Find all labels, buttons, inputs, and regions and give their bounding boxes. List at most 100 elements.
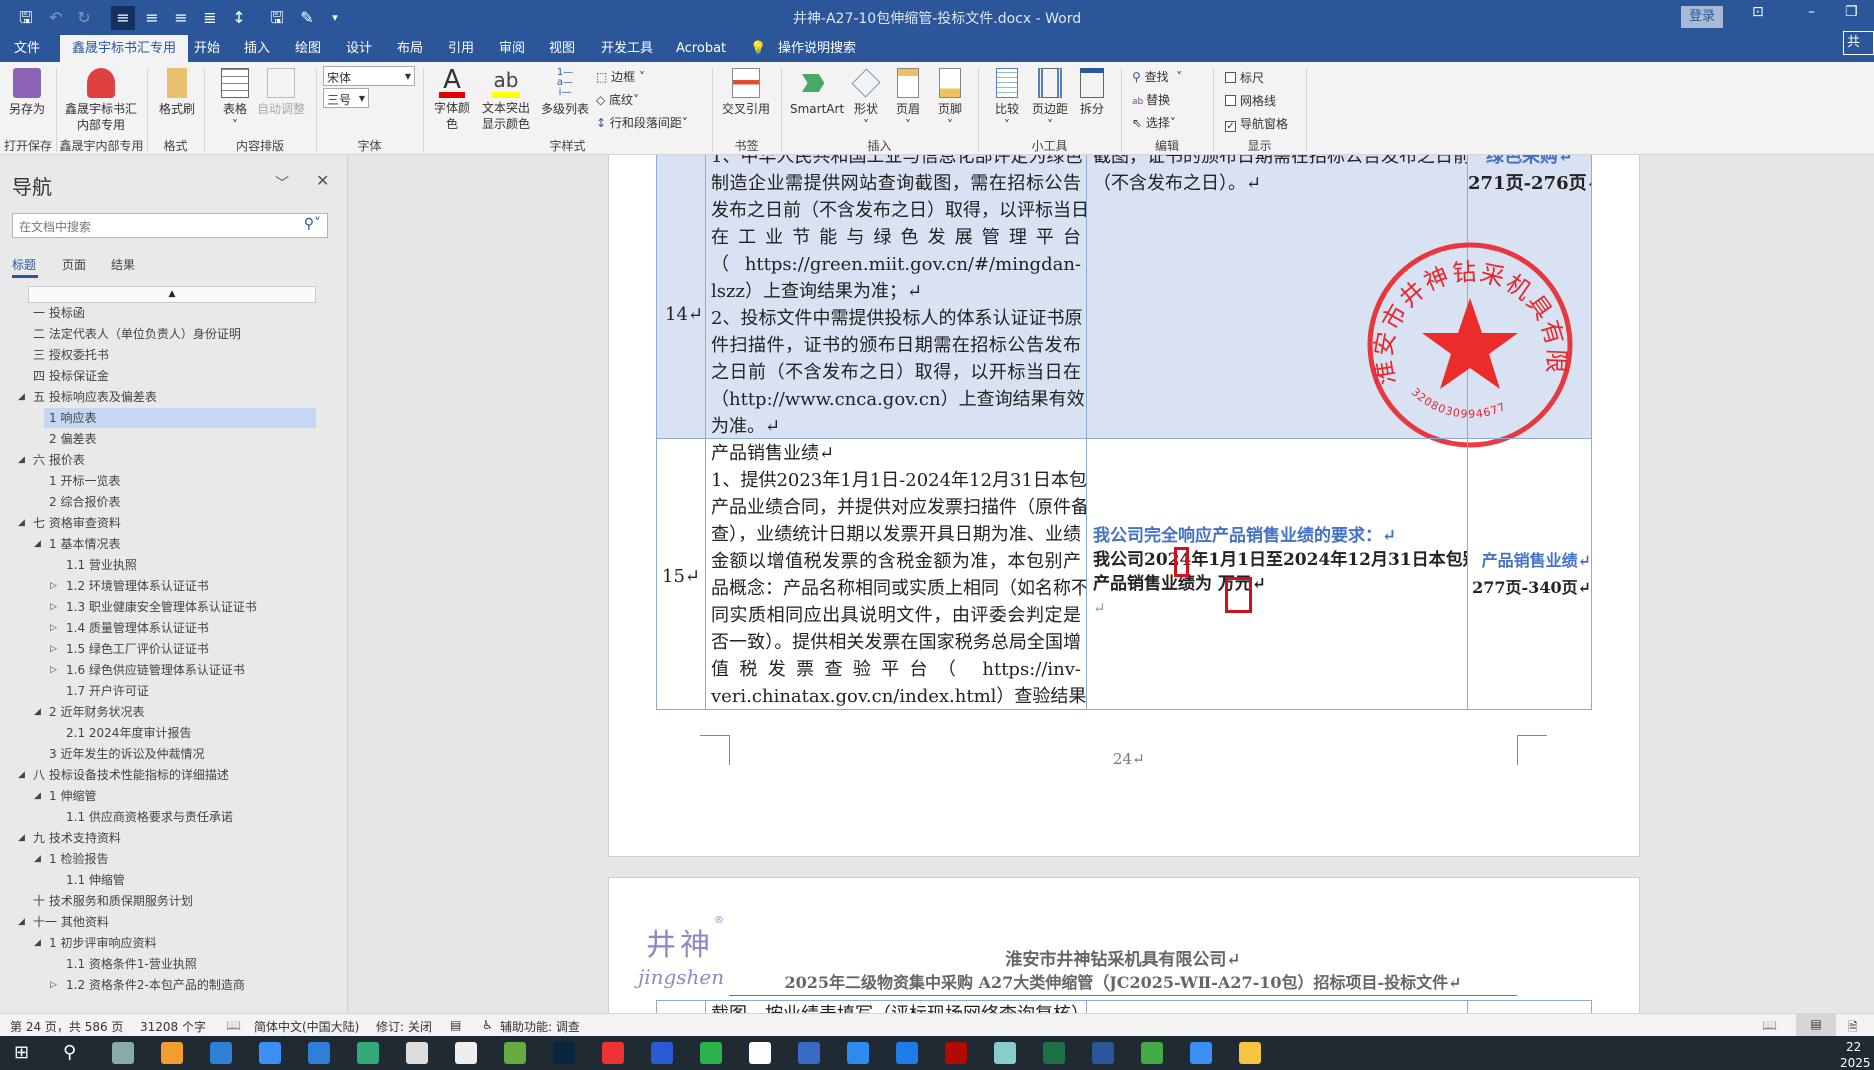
next-row-reference-cell[interactable] — [1467, 1000, 1592, 1013]
collapsed-triangle-icon[interactable]: ▷ — [50, 602, 57, 612]
pen-icon[interactable] — [504, 1042, 526, 1064]
acrobat-icon[interactable] — [945, 1042, 967, 1064]
app-ks-icon[interactable] — [651, 1042, 673, 1064]
tab-insert[interactable]: 插入 — [244, 35, 270, 62]
tab-file[interactable]: 文件 — [14, 35, 40, 62]
login-button[interactable]: 登录 — [1681, 6, 1723, 28]
nav-heading-item[interactable]: 二 法定代表人（单位负责人）身份证明 — [33, 324, 241, 344]
row15-requirement-cell[interactable]: 产品销售业绩↵ 1、提供2023年1月1日-2024年12月31日本包别 产品业绩合… — [705, 438, 1087, 710]
expanded-triangle-icon[interactable]: ◢ — [34, 707, 41, 717]
app-chat-icon[interactable] — [847, 1042, 869, 1064]
nav-heading-item[interactable]: 1.6 绿色供应链管理体系认证证书 — [66, 660, 245, 680]
folder-icon[interactable] — [1239, 1042, 1261, 1064]
tab-review[interactable]: 审阅 — [499, 35, 525, 62]
search-input[interactable]: 在文档中搜索 ⚲˅ — [12, 213, 328, 238]
minimize-icon[interactable]: – — [1808, 4, 1815, 20]
app-circle-icon[interactable] — [308, 1042, 330, 1064]
expanded-triangle-icon[interactable]: ◢ — [18, 770, 25, 780]
bottle-icon[interactable] — [406, 1042, 428, 1064]
spacing-button[interactable]: ↕ 行和段落间距˅ — [596, 114, 688, 131]
nav-heading-item[interactable]: 1.2 环境管理体系认证证书 — [66, 576, 209, 596]
app-dots-icon[interactable] — [210, 1042, 232, 1064]
row15-response-cell[interactable]: 我公司完全响应产品销售业绩的要求：↵ 我公司2024年1月1日至2024年12月… — [1086, 438, 1468, 710]
nav-heading-item[interactable]: 五 投标响应表及偏差表 — [33, 387, 157, 407]
collapsed-triangle-icon[interactable]: ▷ — [50, 665, 57, 675]
nav-tab-headings[interactable]: 标题 — [12, 256, 36, 273]
save-as-button[interactable]: 另存为 — [6, 68, 48, 117]
ribbon-display-icon[interactable]: ⊡ — [1752, 4, 1764, 20]
close-icon[interactable]: ✕ — [316, 171, 329, 190]
nav-tab-results[interactable]: 结果 — [111, 256, 135, 273]
font-name-select[interactable]: 宋体 ▼ — [323, 66, 415, 86]
nav-heading-item[interactable]: 三 授权委托书 — [33, 345, 109, 365]
gridlines-checkbox[interactable]: 网格线 — [1225, 92, 1276, 109]
nav-heading-item[interactable]: 2 近年财务状况表 — [49, 702, 144, 722]
word-count[interactable]: 31208 个字 — [140, 1018, 206, 1035]
nav-heading-item[interactable]: 十一 其他资料 — [33, 912, 109, 932]
app-q-icon[interactable] — [896, 1042, 918, 1064]
header-button[interactable]: 页眉 ˅ — [892, 68, 924, 133]
file-icon[interactable] — [455, 1042, 477, 1064]
search-icon[interactable]: ⚲˅ — [304, 216, 321, 232]
expanded-triangle-icon[interactable]: ◢ — [34, 791, 41, 801]
tab-xsy[interactable]: 鑫晟宇标书汇专用 — [60, 35, 189, 62]
clock-date[interactable]: 2025 — [1840, 1056, 1871, 1070]
split-button[interactable]: 拆分 — [1076, 68, 1108, 117]
select-button[interactable]: ⇖ 选择˅ — [1132, 114, 1176, 131]
scroll-up-button[interactable]: ▲ — [28, 286, 316, 303]
xsy-internal-button[interactable]: 鑫晟宇标书汇内部专用 — [62, 68, 140, 133]
app-green-icon[interactable] — [1141, 1042, 1163, 1064]
format-painter-button[interactable]: 格式刷 — [155, 68, 199, 117]
photoshop-icon[interactable] — [553, 1042, 575, 1064]
next-row-response-cell[interactable] — [1086, 1000, 1468, 1013]
replace-button[interactable]: ab 替换 — [1132, 91, 1170, 108]
footer-button[interactable]: 页脚 ˅ — [934, 68, 966, 133]
app-arrow-icon[interactable] — [1190, 1042, 1212, 1064]
nav-heading-item[interactable]: 1 基本情况表 — [49, 534, 120, 554]
nav-heading-item[interactable]: 七 资格审查资料 — [33, 513, 121, 533]
expanded-triangle-icon[interactable]: ◢ — [34, 539, 41, 549]
page-count[interactable]: 第 24 页，共 586 页 — [10, 1018, 123, 1035]
print-layout-icon[interactable]: ▤ — [1796, 1014, 1836, 1037]
row15-reference-cell[interactable]: 产品销售业绩↵ 277页-340页↵ — [1467, 438, 1592, 710]
auto-fit-button[interactable]: 自动调整 — [256, 68, 306, 117]
search-icon[interactable]: ⚲ — [63, 1042, 85, 1064]
accessibility-status[interactable]: 辅助功能: 调查 — [500, 1018, 580, 1035]
calculator-icon[interactable] — [112, 1042, 134, 1064]
find-button[interactable]: ⚲ 查找 ˅ — [1132, 68, 1182, 85]
nav-heading-item[interactable]: 1 检验报告 — [49, 849, 108, 869]
ruler-checkbox[interactable]: 标尺 — [1225, 69, 1264, 86]
expanded-triangle-icon[interactable]: ◢ — [18, 455, 25, 465]
excel-icon[interactable] — [1043, 1042, 1065, 1064]
nav-heading-item[interactable]: 1 初步评审响应资料 — [49, 933, 156, 953]
tab-layout[interactable]: 布局 — [397, 35, 423, 62]
highlight-button[interactable]: ab 文本突出显示颜色 — [478, 68, 534, 132]
tab-acrobat[interactable]: Acrobat — [676, 35, 726, 62]
nav-heading-item[interactable]: 十 技术服务和质保期服务计划 — [33, 891, 193, 911]
expanded-triangle-icon[interactable]: ◢ — [18, 392, 25, 402]
nav-heading-item[interactable]: 1 开标一览表 — [49, 471, 120, 491]
next-row-requirement-cell[interactable]: 截图，按业绩表填写（评标现场网络查询复核）↵ — [705, 1000, 1087, 1013]
nav-heading-item[interactable]: 1.2 资格条件2-本包产品的制造商 — [66, 975, 245, 995]
nav-heading-item[interactable]: 八 投标设备技术性能指标的详细描述 — [33, 765, 229, 785]
nav-heading-item[interactable]: 1.3 职业健康安全管理体系认证证书 — [66, 597, 257, 617]
nav-heading-item[interactable]: 2.1 2024年度审计报告 — [66, 723, 191, 743]
nav-heading-item[interactable]: 六 报价表 — [33, 450, 85, 470]
track-changes[interactable]: 修订: 关闭 — [376, 1018, 432, 1035]
nav-heading-item[interactable]: 1.1 供应商资格要求与责任承诺 — [66, 807, 233, 827]
nav-heading-item[interactable]: 1 伸缩管 — [49, 786, 96, 806]
nav-heading-item[interactable]: 四 投标保证金 — [33, 366, 109, 386]
camera-icon[interactable] — [161, 1042, 183, 1064]
restore-icon[interactable]: ❐ — [1845, 4, 1858, 20]
smartart-button[interactable]: SmartArt — [790, 68, 844, 117]
font-color-button[interactable]: A 字体颜色 — [433, 67, 471, 132]
petrochina-icon[interactable] — [602, 1042, 624, 1064]
font-size-select[interactable]: 三号 ▼ — [323, 88, 369, 108]
proofing-icon[interactable]: 📖 — [226, 1018, 241, 1032]
tell-me-search[interactable]: 操作说明搜索 — [778, 35, 856, 62]
nav-heading-item[interactable]: 1.1 营业执照 — [66, 555, 137, 575]
nav-heading-item[interactable]: 1.1 伸缩管 — [66, 870, 125, 890]
tab-draw[interactable]: 绘图 — [295, 35, 321, 62]
shape-button[interactable]: 形状 ˅ — [848, 68, 884, 133]
notepad-icon[interactable] — [994, 1042, 1016, 1064]
